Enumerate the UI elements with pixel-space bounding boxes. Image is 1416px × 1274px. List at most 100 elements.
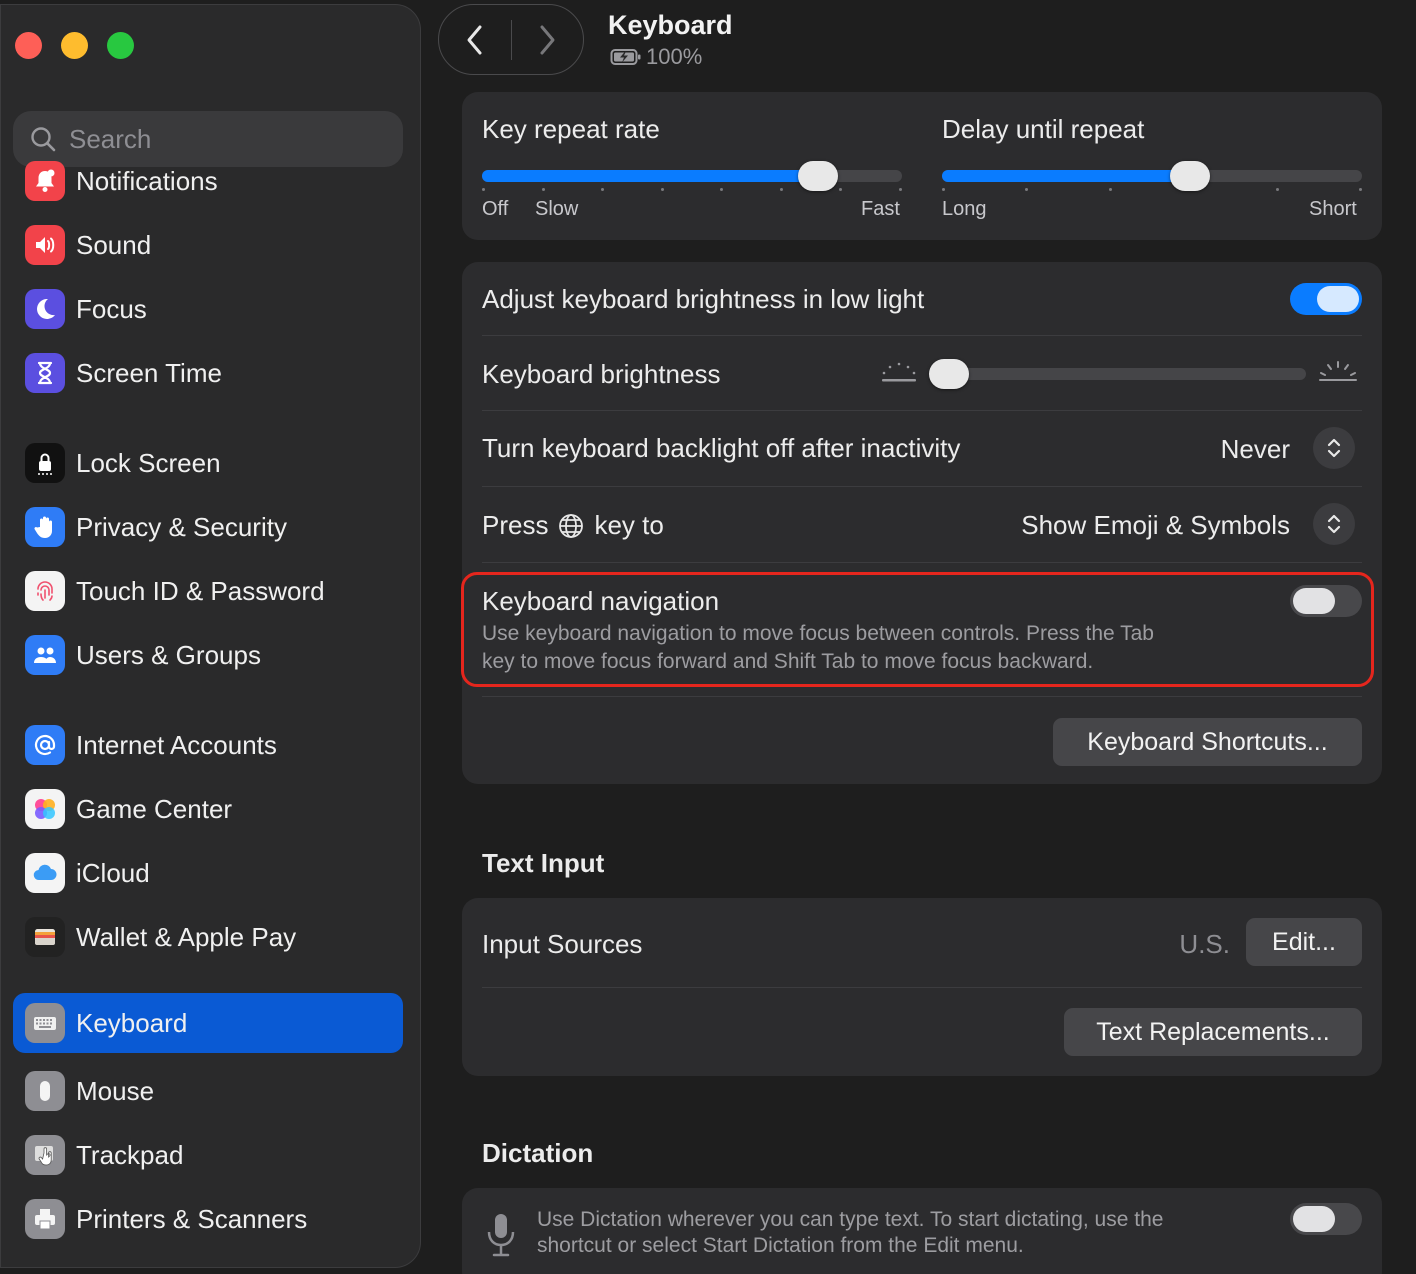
- sidebar-item-screen-time[interactable]: Screen Time: [13, 343, 403, 403]
- sidebar-item-lock-screen[interactable]: Lock Screen: [13, 433, 403, 493]
- sidebar-item-label: Internet Accounts: [76, 729, 277, 760]
- search-icon: [31, 127, 56, 152]
- sidebar-item-privacy-security[interactable]: Privacy & Security: [13, 497, 403, 557]
- key-repeat-fast-label: Fast: [861, 198, 900, 220]
- chevron-up-down-icon: [1327, 514, 1341, 534]
- key-repeat-ticks: [482, 188, 902, 192]
- slider-tick: [1025, 188, 1029, 191]
- key-repeat-card: Key repeat rate Off Slow Fast Delay unti…: [462, 92, 1382, 240]
- sidebar-item-label: Focus: [76, 293, 147, 324]
- adjust-brightness-label: Adjust keyboard brightness in low light: [482, 284, 925, 314]
- sidebar-item-label: Keyboard: [76, 1007, 188, 1038]
- lock-icon: [25, 443, 65, 483]
- dictation-toggle[interactable]: [1290, 1203, 1362, 1235]
- brightness-high-icon: [1319, 361, 1357, 381]
- backlight-inactivity-popup[interactable]: [1313, 427, 1355, 469]
- slider-tick: [779, 188, 783, 191]
- globe-key-action-popup[interactable]: [1313, 503, 1355, 545]
- key-repeat-rate-knob[interactable]: [798, 161, 838, 191]
- keyboard-brightness-slider[interactable]: [930, 368, 1306, 380]
- mouse-icon: [25, 1071, 65, 1111]
- sidebar-item-label: Users & Groups: [76, 639, 261, 670]
- trackpad-icon: [25, 1135, 65, 1175]
- globe-key-action-value[interactable]: Show Emoji & Symbols: [1021, 510, 1290, 541]
- hand-icon: [25, 507, 65, 547]
- cloud-icon: [25, 853, 65, 893]
- press-label: Press: [482, 510, 549, 540]
- battery-status: 100%: [610, 44, 702, 70]
- sidebar-item-label: Touch ID & Password: [76, 575, 325, 606]
- sidebar-item-sound[interactable]: Sound: [13, 215, 403, 275]
- sidebar-item-wallet[interactable]: Wallet & Apple Pay: [13, 907, 403, 967]
- sidebar-item-trackpad[interactable]: Trackpad: [13, 1125, 403, 1185]
- zoom-window-button[interactable]: [107, 32, 134, 59]
- sidebar-item-game-center[interactable]: Game Center: [13, 779, 403, 839]
- minimize-window-button[interactable]: [61, 32, 88, 59]
- sidebar-item-label: Privacy & Security: [76, 511, 287, 542]
- keyboard-brightness-label: Keyboard brightness: [482, 359, 721, 389]
- keyboard-icon: [25, 1003, 65, 1043]
- keyboard-shortcuts-button[interactable]: Keyboard Shortcuts...: [1053, 718, 1362, 766]
- adjust-brightness-toggle[interactable]: [1290, 283, 1362, 315]
- divider: [482, 410, 1362, 411]
- dictation-description: Use Dictation wherever you can type text…: [537, 1207, 1163, 1259]
- slider-tick: [482, 188, 485, 191]
- back-button[interactable]: [439, 4, 511, 75]
- wallet-icon: [25, 917, 65, 957]
- key-repeat-slow-label: Slow: [535, 198, 579, 220]
- sidebar-item-label: iCloud: [76, 857, 150, 888]
- key-repeat-rate-fill: [482, 170, 818, 182]
- divider: [482, 562, 1362, 563]
- sidebar-item-label: Wallet & Apple Pay: [76, 921, 297, 952]
- sidebar-item-touch-id[interactable]: Touch ID & Password: [13, 561, 403, 621]
- users-icon: [25, 635, 65, 675]
- sidebar-item-keyboard[interactable]: Keyboard: [13, 993, 403, 1053]
- input-sources-edit-button[interactable]: Edit...: [1246, 918, 1362, 966]
- sidebar-item-internet-accounts[interactable]: Internet Accounts: [13, 715, 403, 775]
- delay-until-repeat-knob[interactable]: [1169, 161, 1210, 191]
- sidebar-item-notifications[interactable]: Notifications: [13, 151, 403, 211]
- sidebar-item-focus[interactable]: Focus: [13, 279, 403, 339]
- delay-ticks: [942, 188, 1362, 192]
- battery-percent: 100%: [646, 44, 703, 69]
- sidebar-item-label: Lock Screen: [76, 447, 221, 478]
- slider-tick: [1275, 188, 1279, 191]
- page-title: Keyboard: [608, 10, 733, 40]
- key-repeat-rate-slider[interactable]: [482, 170, 902, 182]
- microphone-icon: [487, 1214, 515, 1257]
- sidebar-item-users-groups[interactable]: Users & Groups: [13, 625, 403, 685]
- sidebar-item-label: Printers & Scanners: [76, 1203, 308, 1234]
- search-input[interactable]: [69, 123, 369, 155]
- speaker-icon: [25, 225, 65, 265]
- delay-until-repeat-slider[interactable]: [942, 170, 1362, 182]
- slider-tick: [899, 188, 902, 191]
- slider-tick: [601, 188, 605, 191]
- dictation-description-line: shortcut or select Start Dictation from …: [537, 1234, 1024, 1257]
- text-input-section-title: Text Input: [482, 848, 605, 878]
- forward-button[interactable]: [512, 4, 584, 75]
- hourglass-icon: [25, 353, 65, 393]
- game-center-icon: [25, 789, 65, 829]
- at-icon: [25, 725, 65, 765]
- delay-until-repeat-label: Delay until repeat: [942, 114, 1145, 144]
- chevron-right-icon: [540, 25, 555, 54]
- close-window-button[interactable]: [15, 32, 42, 59]
- sidebar-item-mouse[interactable]: Mouse: [13, 1061, 403, 1121]
- backlight-inactivity-value[interactable]: Never: [1221, 434, 1290, 465]
- slider-tick: [839, 188, 843, 191]
- dictation-section-title: Dictation: [482, 1138, 594, 1168]
- keyboard-navigation-highlight: [461, 572, 1374, 687]
- sidebar-item-icloud[interactable]: iCloud: [13, 843, 403, 903]
- dictation-description-line: Use Dictation wherever you can type text…: [537, 1208, 1164, 1231]
- divider: [482, 335, 1362, 336]
- keyboard-brightness-knob[interactable]: [928, 359, 969, 389]
- key-repeat-rate-label: Key repeat rate: [482, 114, 660, 144]
- text-replacements-button[interactable]: Text Replacements...: [1064, 1008, 1362, 1056]
- keyboard-settings-card: Adjust keyboard brightness in low light …: [462, 262, 1382, 784]
- navigation-buttons: [438, 4, 584, 75]
- printer-icon: [25, 1199, 65, 1239]
- moon-icon: [25, 289, 65, 329]
- slider-tick: [541, 188, 545, 191]
- slider-tick: [1108, 188, 1112, 191]
- sidebar-item-printers-scanners[interactable]: Printers & Scanners: [13, 1189, 403, 1249]
